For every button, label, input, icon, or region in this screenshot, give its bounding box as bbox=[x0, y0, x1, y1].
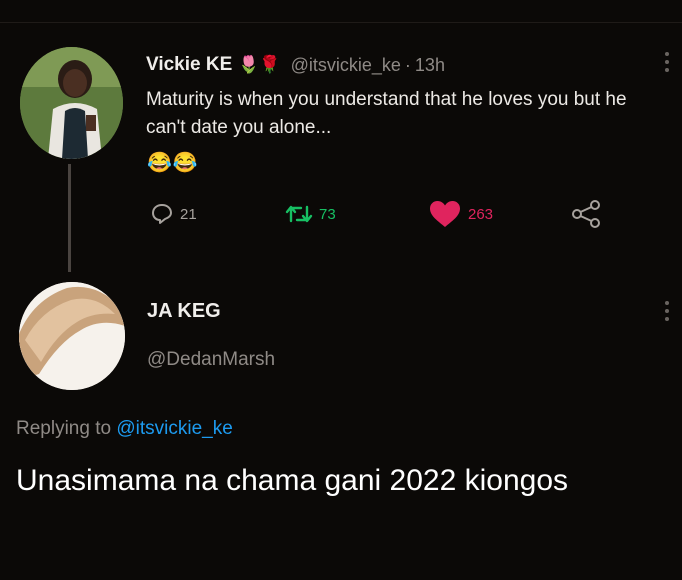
author-handle[interactable]: @itsvickie_ke bbox=[291, 55, 401, 76]
retweet-count: 73 bbox=[319, 205, 336, 223]
tweet-emojis: 😂😂 bbox=[147, 152, 199, 174]
reply-text: Unasimama na chama gani 2022 kiongos bbox=[16, 464, 568, 497]
avatar-image bbox=[20, 47, 123, 159]
replying-prefix: Replying to bbox=[16, 418, 112, 439]
timestamp[interactable]: 13h bbox=[415, 55, 445, 76]
share-icon bbox=[572, 200, 600, 228]
like-button[interactable]: 263 bbox=[428, 199, 493, 229]
retweet-button[interactable]: 73 bbox=[285, 199, 336, 229]
separator: · bbox=[404, 54, 411, 75]
top-divider bbox=[0, 22, 682, 23]
reply-button[interactable]: 21 bbox=[150, 199, 197, 229]
tweet-text: Maturity is when you understand that he … bbox=[146, 89, 627, 138]
replying-handle-link[interactable]: @itsvickie_ke bbox=[116, 418, 232, 439]
like-count: 263 bbox=[468, 205, 494, 223]
reply-more-icon[interactable] bbox=[664, 299, 670, 323]
reply-author-name[interactable]: JA KEG bbox=[147, 300, 221, 323]
reply-count: 21 bbox=[180, 205, 197, 223]
reply-avatar[interactable] bbox=[19, 282, 125, 390]
heart-icon bbox=[430, 201, 460, 227]
author-name[interactable]: Vickie KE bbox=[146, 54, 232, 76]
reply-author-handle[interactable]: @DedanMarsh bbox=[147, 349, 275, 371]
retweet-icon bbox=[285, 205, 313, 223]
reply-avatar-image bbox=[19, 282, 125, 390]
more-icon[interactable] bbox=[664, 50, 670, 74]
replying-to: Replying to @itsvickie_ke bbox=[16, 418, 233, 440]
tweet-header: Vickie KE 🌷🌹 @itsvickie_ke · 13h bbox=[146, 52, 445, 78]
reply-icon bbox=[152, 204, 172, 224]
author-emojis: 🌷🌹 bbox=[238, 55, 281, 74]
avatar[interactable] bbox=[20, 47, 123, 159]
share-button[interactable] bbox=[569, 199, 603, 229]
thread-line bbox=[68, 164, 71, 272]
